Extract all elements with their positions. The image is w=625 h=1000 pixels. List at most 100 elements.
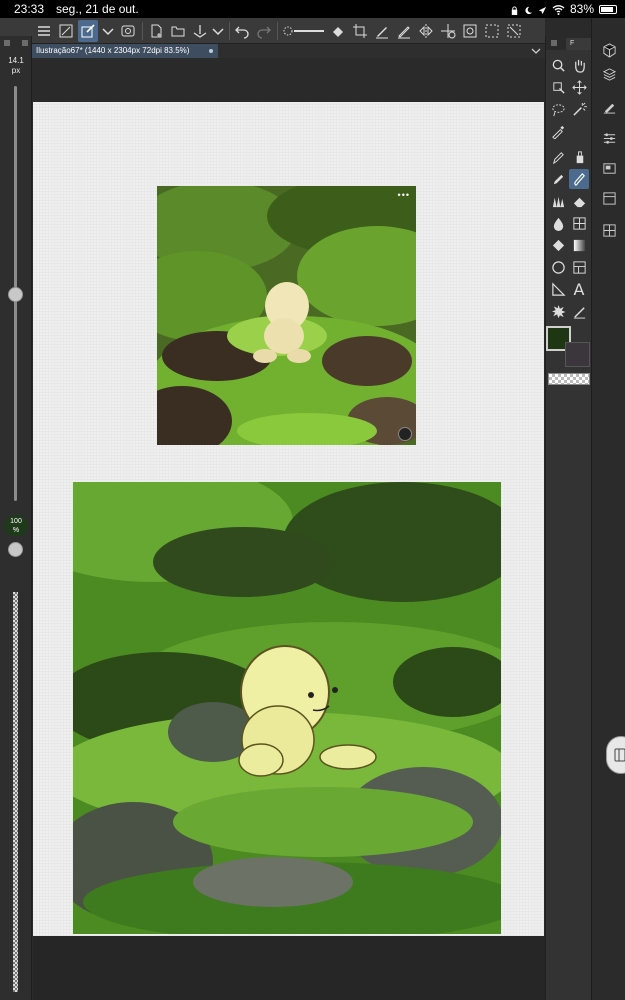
- text-tool[interactable]: A: [569, 279, 589, 299]
- deselect-icon: [507, 24, 521, 38]
- adjust-button[interactable]: [599, 128, 619, 148]
- new-file-button[interactable]: [146, 20, 166, 42]
- decoration-tool[interactable]: [548, 191, 568, 211]
- pattern-tool[interactable]: [569, 213, 589, 233]
- battery-percent: 83%: [569, 2, 594, 16]
- flip-horizontal-button[interactable]: [416, 20, 436, 42]
- save-button[interactable]: [190, 20, 210, 42]
- lock-icon: [510, 4, 519, 15]
- document-tab[interactable]: Ilustração67* (1440 x 2304px 72dpi 83.5%…: [32, 44, 218, 58]
- edit-mode-button[interactable]: [78, 20, 98, 42]
- layer-property-button[interactable]: [599, 220, 619, 240]
- crop-button[interactable]: [350, 20, 370, 42]
- hand-tool[interactable]: [569, 55, 589, 75]
- marker-tool[interactable]: [569, 147, 589, 167]
- brush-size-unit: px: [11, 66, 21, 75]
- grass-icon: [552, 196, 564, 207]
- undo-icon: [235, 26, 249, 39]
- brush-icon: [573, 172, 585, 186]
- save-icon: [193, 25, 207, 38]
- status-time: 23:33: [14, 2, 45, 16]
- canvas-area[interactable]: •••: [33, 58, 545, 1000]
- snap-button[interactable]: [460, 20, 480, 42]
- layers-icon: [602, 67, 616, 81]
- opacity-handle[interactable]: [8, 542, 23, 557]
- transparent-color-swatch[interactable]: [548, 373, 590, 385]
- grip-icon[interactable]: [21, 39, 29, 47]
- brush-size-readout: 14.1 px: [0, 56, 32, 76]
- operation-tool[interactable]: [548, 77, 568, 97]
- frame-icon: [572, 260, 586, 274]
- status-icons: 83%: [510, 2, 617, 16]
- chevron-down-icon[interactable]: [531, 46, 541, 56]
- brush-size-slider[interactable]: [282, 20, 328, 42]
- photo-more-icon[interactable]: •••: [398, 190, 410, 200]
- brush-tool[interactable]: [569, 169, 589, 189]
- redo-button[interactable]: [254, 20, 274, 42]
- figure-tool[interactable]: [548, 257, 568, 277]
- sub-color-swatch[interactable]: [565, 342, 590, 367]
- sub-tool-tab[interactable]: F: [566, 38, 592, 50]
- lens-icon[interactable]: [398, 427, 412, 441]
- move-rotate-icon: [441, 24, 456, 39]
- open-file-button[interactable]: [168, 20, 188, 42]
- opacity-unit: %: [12, 527, 20, 534]
- pen-tool[interactable]: [548, 147, 568, 167]
- canvas-paper[interactable]: •••: [33, 102, 544, 936]
- opacity-track[interactable]: [13, 592, 18, 992]
- balloon-tool[interactable]: [548, 301, 568, 321]
- move-icon: [571, 79, 587, 95]
- wifi-icon: [552, 4, 565, 15]
- blend-tool[interactable]: [548, 213, 568, 233]
- correction-tool[interactable]: [569, 301, 589, 321]
- pen-icon: [376, 27, 388, 39]
- sub-view-button[interactable]: [599, 188, 619, 208]
- divider: [277, 22, 278, 40]
- tool-property-button[interactable]: [599, 96, 619, 116]
- hand-icon: [574, 59, 585, 73]
- move-layer-tool[interactable]: [569, 77, 589, 97]
- sliders-icon: [603, 132, 615, 144]
- fill-tool[interactable]: [548, 235, 568, 255]
- cube-icon: [602, 42, 616, 58]
- pen-fill-button[interactable]: [372, 20, 392, 42]
- opacity-value: 100: [10, 518, 22, 525]
- selection-button[interactable]: [482, 20, 502, 42]
- zoom-tool[interactable]: [548, 55, 568, 75]
- navigator-icon: [602, 162, 616, 174]
- flip-icon: [419, 24, 433, 38]
- battery-icon: [599, 4, 617, 14]
- fill-clear-button[interactable]: [328, 20, 348, 42]
- navigator-button[interactable]: [599, 158, 619, 178]
- gradient-tool[interactable]: [569, 235, 589, 255]
- ruler-tool[interactable]: [548, 279, 568, 299]
- ruler-triangle-icon: [551, 281, 566, 296]
- fountain-pen-icon: [552, 151, 564, 164]
- divider: [229, 22, 230, 40]
- transform-button[interactable]: [438, 20, 458, 42]
- eraser-tool[interactable]: [569, 191, 589, 211]
- menu-button[interactable]: [34, 20, 54, 42]
- edit-mode-dropdown[interactable]: [98, 20, 118, 42]
- magic-wand-tool[interactable]: [569, 99, 589, 119]
- operation-icon: [552, 81, 565, 94]
- deselect-button[interactable]: [504, 20, 524, 42]
- pencil-icon: [553, 174, 563, 184]
- pencil-tool[interactable]: [548, 169, 568, 189]
- pen-stroke-button[interactable]: [394, 20, 414, 42]
- canvas-fit-button[interactable]: [56, 20, 76, 42]
- panel-menu-icon[interactable]: [550, 39, 558, 47]
- material-button[interactable]: [599, 40, 619, 60]
- illustration-painting[interactable]: [73, 482, 501, 934]
- frame-tool[interactable]: [569, 257, 589, 277]
- brush-size-handle[interactable]: [8, 287, 23, 302]
- panel-menu-icon[interactable]: [3, 39, 11, 47]
- status-date: seg., 21 de out.: [56, 2, 139, 16]
- companion-button[interactable]: [118, 20, 138, 42]
- lasso-tool[interactable]: [548, 99, 568, 119]
- undo-button[interactable]: [232, 20, 252, 42]
- layers-button[interactable]: [599, 64, 619, 84]
- eyedropper-tool[interactable]: [548, 121, 568, 141]
- side-panel-handle[interactable]: [606, 736, 625, 774]
- save-dropdown[interactable]: [208, 20, 228, 42]
